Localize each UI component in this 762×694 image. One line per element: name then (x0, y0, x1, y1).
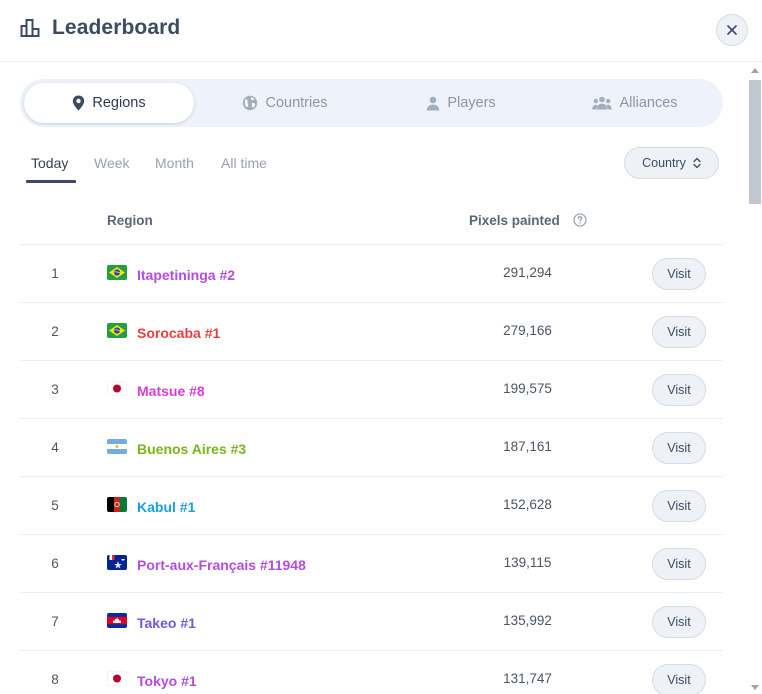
period-month[interactable]: Month (155, 155, 194, 171)
globe-icon (243, 95, 258, 111)
period-today[interactable]: Today (31, 155, 68, 171)
visit-button[interactable]: Visit (652, 490, 706, 522)
flag-japan-icon (107, 671, 127, 686)
region-link[interactable]: Tokyo #1 (137, 673, 197, 689)
user-icon (427, 96, 440, 110)
tab-label: Players (447, 95, 496, 111)
pixels-painted-value: 139,115 (503, 555, 552, 570)
rank-number: 6 (51, 556, 59, 571)
modal-title: Leaderboard (52, 16, 181, 39)
chevron-up-down-icon (693, 157, 701, 169)
map-pin-icon (73, 95, 85, 111)
close-icon (727, 25, 737, 35)
flag-brazil-icon (107, 323, 127, 338)
close-button[interactable] (716, 14, 748, 46)
flag-afghanistan-icon (107, 497, 127, 512)
scroll-thumb[interactable] (749, 80, 761, 204)
visit-button[interactable]: Visit (652, 258, 706, 290)
flag-cambodia-icon (107, 613, 127, 628)
table-row: 5 Kabul #1 152,628 Visit (20, 477, 723, 535)
flag-japan-icon (107, 381, 127, 396)
flag-brazil-icon (107, 265, 127, 280)
period-week[interactable]: Week (94, 155, 130, 171)
rank-number: 8 (51, 672, 59, 687)
region-link[interactable]: Takeo #1 (137, 615, 196, 631)
table-row: 1 Itapetininga #2 291,294 Visit (20, 245, 723, 303)
visit-button[interactable]: Visit (652, 606, 706, 638)
tab-players[interactable]: Players (376, 83, 546, 123)
table-row: 8 Tokyo #1 131,747 Visit (20, 651, 723, 694)
tab-countries[interactable]: Countries (200, 83, 370, 123)
table-row: 6 Port-aux-Français #11948 139,115 Visit (20, 535, 723, 593)
pixels-painted-value: 131,747 (503, 671, 552, 686)
visit-button[interactable]: Visit (652, 316, 706, 348)
visit-button[interactable]: Visit (652, 374, 706, 406)
visit-button[interactable]: Visit (652, 664, 706, 694)
country-filter-button[interactable]: Country (624, 147, 719, 179)
pixels-painted-value: 291,294 (503, 265, 552, 280)
bar-chart-icon (20, 19, 40, 37)
tab-label: Regions (92, 95, 146, 111)
pixels-painted-value: 199,575 (503, 381, 552, 396)
rank-number: 2 (51, 324, 59, 339)
country-filter-label: Country (642, 156, 686, 170)
region-link[interactable]: Port-aux-Français #11948 (137, 557, 306, 573)
column-header-region: Region (107, 213, 153, 228)
vertical-scrollbar[interactable] (748, 62, 762, 694)
rank-number: 4 (51, 440, 59, 455)
rank-number: 1 (51, 266, 59, 281)
tab-label: Countries (265, 95, 328, 111)
pixels-painted-value: 187,161 (503, 439, 552, 454)
visit-button[interactable]: Visit (652, 548, 706, 580)
table-row: 3 Matsue #8 199,575 Visit (20, 361, 723, 419)
tab-label: Alliances (619, 95, 678, 111)
rank-number: 7 (51, 614, 59, 629)
scroll-down-arrow[interactable] (751, 685, 759, 690)
pixels-painted-value: 135,992 (503, 613, 552, 628)
active-period-indicator (26, 180, 76, 183)
period-all-time[interactable]: All time (221, 155, 267, 171)
pixels-painted-value: 152,628 (503, 497, 552, 512)
region-link[interactable]: Itapetininga #2 (137, 267, 235, 283)
modal-header: Leaderboard (0, 0, 762, 62)
tab-alliances[interactable]: Alliances (550, 83, 720, 123)
table-row: 4 Buenos Aires #3 187,161 Visit (20, 419, 723, 477)
region-link[interactable]: Matsue #8 (137, 383, 205, 399)
tab-regions[interactable]: Regions (24, 83, 194, 123)
flag-argentina-icon (107, 439, 127, 454)
flag-french-southern-territories-icon (107, 555, 127, 570)
scroll-up-arrow[interactable] (751, 68, 759, 73)
region-link[interactable]: Sorocaba #1 (137, 325, 220, 341)
table-row: 7 Takeo #1 135,992 Visit (20, 593, 723, 651)
table-row: 2 Sorocaba #1 279,166 Visit (20, 303, 723, 361)
visit-button[interactable]: Visit (652, 432, 706, 464)
region-link[interactable]: Buenos Aires #3 (137, 441, 246, 457)
category-tabs: Regions Countries Players Alliances (20, 79, 723, 127)
region-link[interactable]: Kabul #1 (137, 499, 195, 515)
rank-number: 3 (51, 382, 59, 397)
pixels-painted-value: 279,166 (503, 323, 552, 338)
rank-number: 5 (51, 498, 59, 513)
users-icon (592, 96, 613, 110)
help-circle-icon[interactable] (573, 213, 587, 227)
column-header-pixels: Pixels painted (469, 213, 560, 228)
